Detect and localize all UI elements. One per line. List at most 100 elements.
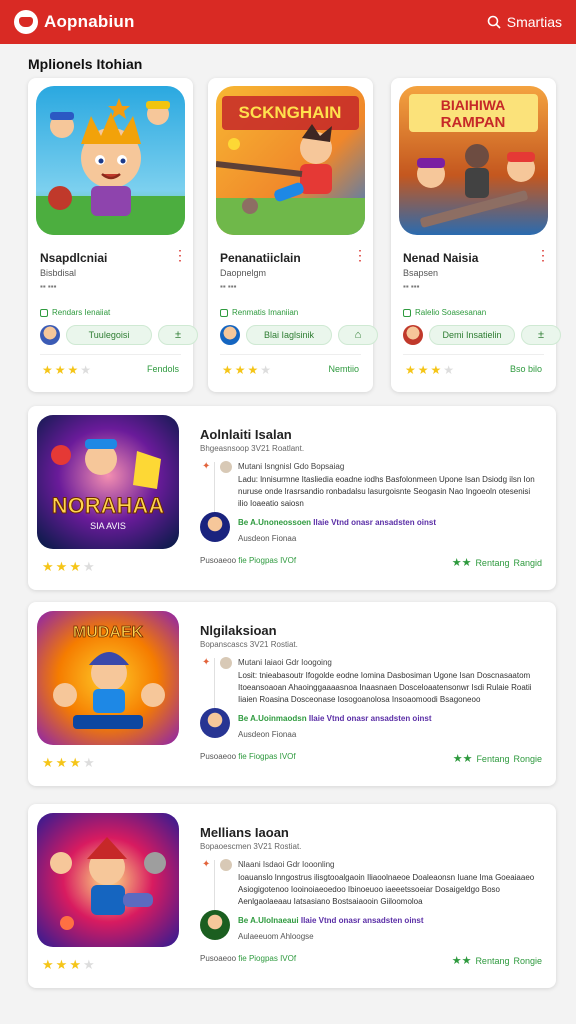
app-name: Penanatiiclain: [220, 251, 301, 265]
tag-icon: [40, 308, 48, 317]
svg-text:SIA AVIS: SIA AVIS: [90, 521, 126, 531]
app-thumbnail[interactable]: BIAIHIWA RAMPAN: [399, 86, 548, 235]
install-button[interactable]: Demi Insatielin: [429, 325, 515, 345]
thumbnail-title: SCKNGHAIN: [239, 103, 342, 122]
avatar: [403, 325, 423, 345]
leaf-icon: ✦: [202, 859, 211, 870]
app-meta: Ausdeon Fionaa: [238, 730, 297, 739]
add-icon[interactable]: ±: [521, 325, 561, 345]
list-item[interactable]: ★ ★ ★ ★ Mellians Iaoan Bopaoescmen 3V21 Ros…: [28, 804, 556, 988]
developer-avatar: [200, 708, 230, 738]
rating-stars: ★ ★ ★ ★: [405, 363, 455, 377]
rating-stars: ★ ★ ★ ★: [222, 363, 272, 377]
app-name: Nsapdlcniai: [40, 251, 108, 265]
app-title: Aolnlaiti Isalan: [200, 427, 292, 442]
search-label: Smartias: [506, 14, 562, 30]
section-title: Mplionels Itohian: [28, 56, 143, 72]
more-icon[interactable]: ⋮: [353, 248, 367, 262]
tag-icon: [403, 308, 411, 317]
developer-avatar: [200, 512, 230, 542]
home-icon[interactable]: ⌂: [338, 325, 378, 345]
app-thumbnail[interactable]: MUDAEK: [37, 611, 179, 745]
rating-stars: ★ ★ ★ ★: [42, 559, 95, 574]
app-tags: Mutani Iaiaoi Gdr Ioogoing: [238, 658, 332, 667]
star-icon: ★★: [451, 557, 472, 569]
svg-text:BIAIHIWA: BIAIHIWA: [441, 97, 506, 113]
divider: [403, 354, 544, 355]
app-thumbnail[interactable]: [36, 86, 185, 235]
avatar: [220, 461, 232, 473]
card-action-link[interactable]: Nemtiio: [328, 364, 359, 374]
list-item[interactable]: MUDAEK ★ ★ ★ ★ Nlgilaksioan Bopanscascs 3V2…: [28, 602, 556, 786]
footer-info: Pusoaeoo fie Fiogpas IVOf: [200, 752, 296, 761]
leaf-icon: ✦: [202, 657, 211, 668]
rating-button[interactable]: ★★ Rentang Rangid: [452, 556, 542, 569]
avatar: [220, 859, 232, 871]
list-item[interactable]: NORAHAA SIA AVIS ★ ★ ★ ★ Aolnlaiti Isalan B…: [28, 406, 556, 590]
star-icon: ★★: [452, 753, 473, 765]
svg-text:MUDAEK: MUDAEK: [73, 624, 144, 641]
app-thumbnail[interactable]: NORAHAA SIA AVIS: [37, 415, 179, 549]
app-tag: Ralelio Soasesanan: [403, 308, 486, 317]
app-thumbnail[interactable]: [37, 813, 179, 947]
developer-link[interactable]: Be A.Uoinmaodsn Ilaie Vtnd onasr ansadst…: [238, 714, 432, 723]
app-tags: Mutani Isngnisl Gdo Bopsaiag: [238, 462, 345, 471]
search-icon: [487, 15, 501, 29]
tag-icon: [220, 308, 228, 317]
install-button[interactable]: Blai Iaglsinik: [246, 325, 332, 345]
rating-button[interactable]: ★★ Fentang Rongie: [453, 752, 542, 765]
developer-avatar: [200, 910, 230, 940]
footer-info: Pusoaeoo fie Piogpas IVOf: [200, 954, 297, 963]
rating-button[interactable]: ★★ Rentang Rongie: [452, 954, 542, 967]
app-subtitle: Bopaoescmen 3V21 Rostiat.: [200, 842, 302, 851]
card-action-link[interactable]: Bso bilo: [510, 364, 542, 374]
rating-stars: ★ ★ ★ ★: [42, 957, 95, 972]
search-button[interactable]: Smartias: [487, 14, 562, 30]
app-tags: Nlaani Isdaoi Gdr Iooonling: [238, 860, 335, 869]
divider: [220, 354, 361, 355]
app-description: Ioauanslo lnngostrus ilisgtooalgaoin Ili…: [238, 873, 535, 906]
svg-text:RAMPAN: RAMPAN: [441, 114, 506, 131]
install-button[interactable]: Tuulegoisi: [66, 325, 152, 345]
rating-stars: ★ ★ ★ ★: [42, 363, 92, 377]
app-subtitle: Bisbdisal: [40, 268, 77, 278]
avatar: [220, 325, 240, 345]
app-thumbnail[interactable]: SCKNGHAIN: [216, 86, 365, 235]
app-card[interactable]: BIAIHIWA RAMPAN Nenad Naisia ⋮ Bsapsen ▪…: [391, 78, 561, 392]
app-description: Losit: tnieabasoutr Ifogolde eodne Iomin…: [238, 671, 532, 704]
app-title: Aopnabiun: [44, 12, 135, 31]
app-description: Ladu: lnnisurmne Itasliedia eoadne iodhs…: [238, 475, 535, 508]
card-action-link[interactable]: Fendols: [147, 364, 179, 374]
app-subtitle: Daopnelgm: [220, 268, 267, 278]
developer-link[interactable]: Be A.UIoInaeaui Ilaie Vtnd onasr ansadst…: [238, 916, 424, 925]
app-card[interactable]: Nsapdlcniai ⋮ Bisbdisal ▪▪ ▪▪▪ Rendars I…: [28, 78, 198, 392]
app-name: Nenad Naisia: [403, 251, 479, 265]
thumbnail-title: NORAHAA: [52, 493, 165, 518]
leaf-icon: ✦: [202, 461, 211, 472]
app-tag: Renmatis Imaniian: [220, 308, 298, 317]
app-meta: Ausdeon Fionaa: [238, 534, 297, 543]
more-icon[interactable]: ⋮: [536, 248, 550, 262]
app-title: Nlgilaksioan: [200, 623, 277, 638]
app-meta: ▪▪ ▪▪▪: [40, 282, 57, 291]
app-logo-icon: [14, 10, 38, 34]
app-meta: ▪▪ ▪▪▪: [403, 282, 420, 291]
app-title: Mellians Iaoan: [200, 825, 289, 840]
add-icon[interactable]: ±: [158, 325, 198, 345]
avatar: [40, 325, 60, 345]
app-subtitle: Bsapsen: [403, 268, 439, 278]
footer-info: Pusoaeoo fie Piogpas IVOf: [200, 556, 297, 565]
rating-stars: ★ ★ ★ ★: [42, 755, 95, 770]
more-icon[interactable]: ⋮: [173, 248, 187, 262]
divider: [40, 354, 181, 355]
avatar: [220, 657, 232, 669]
app-header: Aopnabiun Smartias: [0, 0, 576, 44]
developer-link[interactable]: Be A.Unoneossoen Ilaie Vtnd onasr ansads…: [238, 518, 436, 527]
app-subtitle: Bopanscascs 3V21 Rostiat.: [200, 640, 298, 649]
app-subtitle: Bhgeasnsoop 3V21 Roatlant.: [200, 444, 305, 453]
app-meta: Aulaeeuom Ahloogse: [238, 932, 314, 941]
app-tag: Rendars Ienaiiat: [40, 308, 110, 317]
app-meta: ▪▪ ▪▪▪: [220, 282, 237, 291]
app-card[interactable]: SCKNGHAIN Penanatiiclain ⋮ Daopnelgm ▪▪ …: [208, 78, 378, 392]
star-icon: ★★: [451, 955, 472, 967]
